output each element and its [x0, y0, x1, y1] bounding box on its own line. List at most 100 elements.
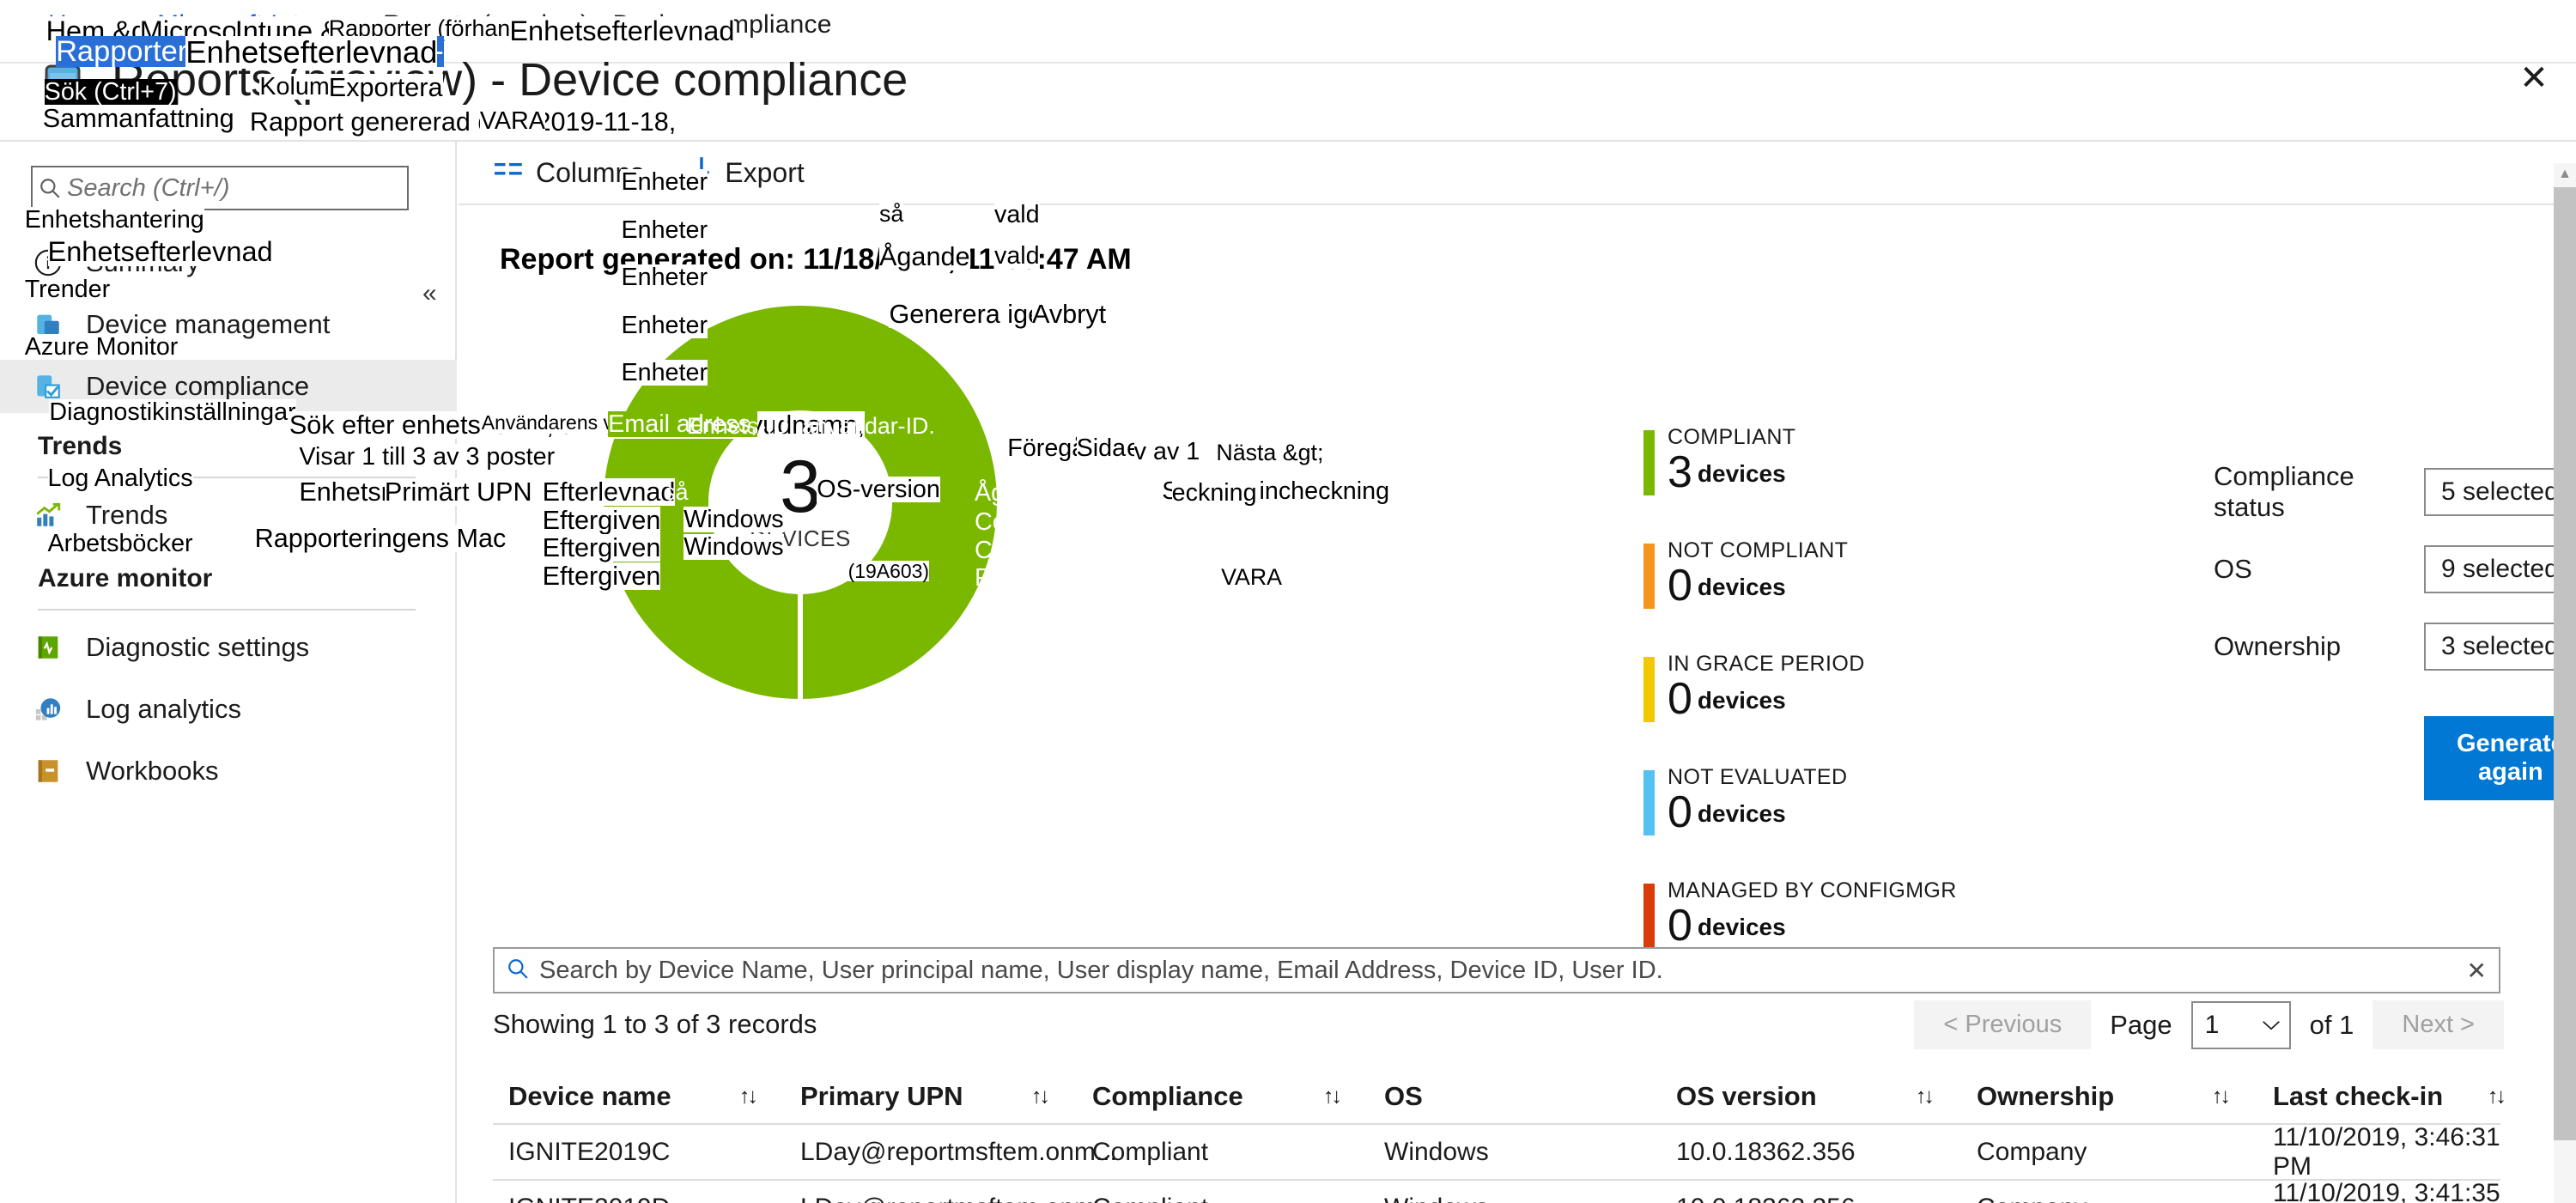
legend-color-swatch [1643, 770, 1655, 835]
cell-os: Windows [1384, 1137, 1489, 1166]
sort-toggle-icon[interactable]: ↑↓ [1031, 1084, 1050, 1109]
diagnostic-book-icon [31, 630, 65, 665]
translation-label: Windows [683, 505, 784, 533]
cell-ownership: Company [1961, 1194, 2257, 1203]
filter-value: 5 selected [2441, 477, 2559, 506]
sidebar-item-workbooks[interactable]: Workbooks [0, 744, 457, 798]
translation-label: Trender [24, 275, 111, 303]
translation-label: Visar 1 till 3 av 3 poster [299, 442, 556, 471]
close-icon[interactable]: ✕ [2509, 53, 2559, 103]
table-header-cell-os: OS [1369, 1081, 1661, 1112]
cell-os-version: 10.0.18362.356 [1676, 1137, 1856, 1166]
translation-label: Company [975, 508, 1080, 537]
translation-label: Ågande [878, 242, 970, 272]
translation-label: Windows [683, 533, 784, 562]
translation-label: Rapporteringens Mac [254, 523, 507, 553]
table-header-cell-device-name: Device name ↑↓ [493, 1081, 785, 1112]
device-compliance-table: Device name ↑↓ Primary UPN ↑↓ Compliance ↑↓… [493, 1069, 2506, 1203]
columns-icon [495, 157, 524, 189]
cell-compliance: Compliant [1092, 1137, 1209, 1166]
legend-unit: devices [1697, 914, 1786, 940]
table-row[interactable]: IGNITE2019D LDay@reportmsftem.onm... Com… [493, 1179, 2500, 1203]
translation-label: VARA [479, 107, 545, 136]
legend-value: 0 [1668, 787, 1692, 837]
clear-x-icon[interactable]: ✕ [2467, 957, 2487, 985]
translation-label: Diagnostikinställningar [49, 398, 296, 427]
table-search-placeholder: Search by Device Name, User principal na… [539, 956, 1663, 984]
report-generated-label: Report generated on: 11/18/2019, 11:06:4… [500, 243, 1132, 276]
table-header-cell-compliance: Compliance ↑↓ [1077, 1081, 1369, 1112]
translation-label: Ågande [975, 478, 1060, 507]
legend-item-not-evaluated: NOT EVALUATED 0 devices [1643, 765, 1957, 838]
translation-label: OS-version [817, 476, 940, 504]
table-header-cell-os-version: OS version ↑↓ [1661, 1081, 1961, 1112]
table-header-cell-ownership: Ownership ↑↓ [1961, 1081, 2257, 1112]
cell-last-check-in: 11/10/2019, 3:46:31 PM [2273, 1122, 2500, 1181]
scroll-up-arrow-icon[interactable]: ▲ [2554, 163, 2576, 185]
legend-color-swatch [1643, 544, 1655, 609]
command-bar: Columns Export [459, 142, 2576, 205]
cell-device-name: IGNITE2019C [508, 1137, 671, 1166]
translation-label: Enheter [621, 216, 708, 244]
translation-label: Nästa &gt; [1216, 439, 1324, 465]
filter-label: OS [2214, 554, 2252, 584]
page-total-label: of 1 [2309, 1009, 2354, 1040]
legend-unit: devices [1697, 460, 1786, 487]
cell-os-version: 10.0.18362.356 [1661, 1194, 1961, 1203]
filter-label: Ownership [2214, 631, 2342, 661]
table-search-input[interactable]: Search by Device Name, User principal na… [493, 947, 2500, 993]
translation-label: Personal [975, 564, 1072, 592]
sidebar-item-log-analytics[interactable]: Log analytics [0, 683, 457, 736]
translation-label: Enhetsefterlevnad [185, 34, 438, 70]
sort-toggle-icon[interactable]: ↑↓ [739, 1084, 758, 1109]
translation-label: Enheter [621, 359, 708, 387]
sidebar-group-trends: Trends [38, 432, 123, 460]
translation-label: så [664, 478, 689, 505]
export-button[interactable]: Export [690, 156, 805, 189]
filter-row-os: OS 9 selected [2214, 541, 2576, 598]
sort-toggle-icon[interactable]: ↑↓ [1916, 1084, 1935, 1109]
translation-label: Eftergiven [542, 505, 661, 535]
search-input[interactable]: Search (Ctrl+/) [31, 166, 409, 210]
sidebar-group-divider-2 [38, 609, 416, 611]
sidebar-item-label: Device compliance [86, 371, 310, 401]
sidebar-item-label: Log analytics [86, 694, 241, 724]
export-label: Export [725, 156, 805, 188]
translation-label: Enhets-ID, användar-ID. [687, 413, 935, 440]
next-page-button[interactable]: Next > [2372, 1000, 2504, 1049]
legend-item-compliant: COMPLIANT 3 devices [1643, 425, 1957, 498]
filter-value: 3 selected [2441, 632, 2559, 660]
column-label: OS version [1676, 1080, 1817, 1111]
filter-row-ownership: Ownership 3 selected [2214, 618, 2576, 675]
legend-unit: devices [1697, 800, 1786, 827]
sort-toggle-icon[interactable]: ↑↓ [2488, 1084, 2506, 1109]
records-count-label: Showing 1 to 3 of 3 records [493, 1009, 817, 1039]
vertical-scrollbar[interactable]: ▲ [2554, 163, 2576, 1203]
page-number-select[interactable]: 1 [2190, 1000, 2291, 1049]
legend-unit: devices [1697, 574, 1786, 600]
legend-value: 3 [1668, 447, 1692, 497]
sidebar-item-label: Workbooks [86, 756, 219, 786]
sidebar-item-diagnostic-settings[interactable]: Diagnostic settings [0, 621, 457, 674]
page-number-value: 1 [2204, 1010, 2220, 1039]
translation-label: Sammanfattning [42, 104, 234, 134]
translation-label: Enheter [621, 264, 708, 292]
previous-page-button[interactable]: < Previous [1914, 1000, 2092, 1049]
workbooks-icon [31, 754, 65, 788]
translation-label: Azure Monitor [24, 332, 179, 361]
main-content: Columns Export Report generated on: 11/1… [459, 142, 2576, 1203]
sort-toggle-icon[interactable]: ↑↓ [2212, 1084, 2231, 1109]
translation-label: Log Analytics [47, 464, 193, 492]
column-label: Compliance [1092, 1080, 1243, 1111]
table-row[interactable]: IGNITE2019C LDay@reportmsftem.onm... Com… [493, 1122, 2500, 1181]
filter-panel: Compliance status 5 selected OS 9 select… [2214, 461, 2576, 800]
chevron-down-icon [2262, 1014, 2281, 1036]
translation-label: Sida [1076, 434, 1127, 463]
translation-label: vald [993, 242, 1040, 270]
log-analytics-icon [31, 692, 65, 726]
translation-label: Rapport genererad den: 2019-11-18, [249, 107, 677, 137]
search-icon [507, 957, 529, 984]
sort-toggle-icon[interactable]: ↑↓ [1323, 1084, 1342, 1109]
scrollbar-thumb[interactable] [2554, 187, 2576, 1140]
translation-label: Primärt UPN [384, 477, 532, 507]
